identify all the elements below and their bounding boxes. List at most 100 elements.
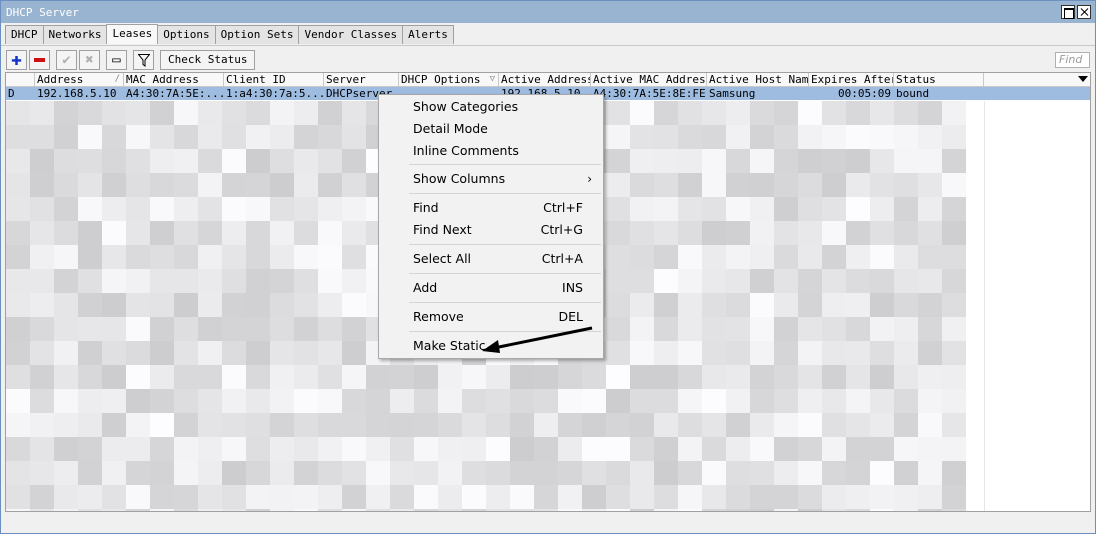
pixelated-block [54,485,78,509]
menu-item-show-categories[interactable]: Show Categories [380,96,602,118]
pixelated-block [630,389,654,413]
pixelated-block [486,365,510,389]
pixelated-block [78,413,102,437]
menu-item-show-columns[interactable]: Show Columns › [380,168,602,190]
menu-item-select-all[interactable]: Select All Ctrl+A [380,248,602,270]
comment-button[interactable]: ▭ [106,50,127,70]
pixelated-block [486,509,510,511]
pixelated-block [942,101,966,125]
note-icon: ▭ [112,52,121,68]
menu-item-detail-mode[interactable]: Detail Mode [380,118,602,140]
pixelated-block [246,173,270,197]
tab-option-sets[interactable]: Option Sets [214,25,300,44]
pixelated-block [150,149,174,173]
pixelated-block [174,413,198,437]
column-label: DHCP Options [401,73,481,86]
tab-dhcp[interactable]: DHCP [5,25,44,44]
menu-item-inline-comments[interactable]: Inline Comments [380,140,602,162]
disable-button[interactable]: ✖ [79,50,100,70]
find-input[interactable]: Find [1055,52,1090,68]
pixelated-block [414,413,438,437]
pixelated-block [894,389,918,413]
pixelated-block [798,509,822,511]
pixelated-block [654,437,678,461]
pixelated-block [702,245,726,269]
column-header-active-host-name[interactable]: Active Host Name [707,73,809,87]
pixelated-block [798,221,822,245]
menu-item-make-static[interactable]: Make Static [380,335,602,357]
tab-alerts[interactable]: Alerts [402,25,454,44]
tab-networks[interactable]: Networks [42,25,108,44]
pixelated-block [654,149,678,173]
pixelated-block [198,101,222,125]
pixelated-block [6,413,30,437]
add-button[interactable]: ✚ [6,50,27,70]
pixelated-block [54,197,78,221]
pixelated-block [6,197,30,221]
pixelated-block [342,389,366,413]
menu-item-remove[interactable]: Remove DEL [380,306,602,328]
pixelated-block [318,437,342,461]
menu-separator [409,273,601,274]
pixelated-block [30,365,54,389]
pixelated-block [318,485,342,509]
pixelated-block [462,389,486,413]
pixelated-block [174,245,198,269]
pixelated-block [198,293,222,317]
pixelated-block [942,485,966,509]
pixelated-block [822,461,846,485]
column-header-dhcp-options[interactable]: DHCP Options ▽ [399,73,499,87]
enable-button[interactable]: ✔ [56,50,77,70]
pixelated-block [150,413,174,437]
pixelated-block [198,413,222,437]
close-icon[interactable] [1077,5,1091,19]
pixelated-block [270,125,294,149]
column-header-active-mac-address[interactable]: Active MAC Address [591,73,707,87]
filter-button[interactable] [133,50,154,70]
pixelated-block [630,149,654,173]
pixelated-block [78,125,102,149]
column-divider [984,101,985,511]
column-header-active-address[interactable]: Active Address [499,73,591,87]
column-header-mac-address[interactable]: MAC Address [124,73,224,87]
menu-item-add[interactable]: Add INS [380,277,602,299]
pixelated-block [366,389,390,413]
pixelated-block [294,173,318,197]
pixelated-block [582,437,606,461]
pixelated-block [54,317,78,341]
menu-item-find[interactable]: Find Ctrl+F [380,197,602,219]
column-header-flag[interactable] [6,73,35,87]
pixelated-block [846,437,870,461]
tab-vendor-classes[interactable]: Vendor Classes [298,25,404,44]
pixelated-block [198,341,222,365]
column-header-client-id[interactable]: Client ID [224,73,324,87]
pixelated-block [942,125,966,149]
pixelated-block [774,197,798,221]
check-status-button[interactable]: Check Status [160,50,256,70]
tab-options[interactable]: Options [157,25,216,44]
menu-item-find-next[interactable]: Find Next Ctrl+G [380,219,602,241]
column-header-server[interactable]: Server [324,73,399,87]
pixelated-block [414,485,438,509]
pixelated-block [726,317,750,341]
column-header-expires-after[interactable]: Expires After [809,73,894,87]
pixelated-block [798,149,822,173]
tab-leases[interactable]: Leases [106,24,159,44]
column-header-address[interactable]: Address / [35,73,124,87]
pixelated-block [630,461,654,485]
pixelated-block [918,389,942,413]
maximize-icon[interactable] [1061,5,1075,19]
pixelated-block [366,413,390,437]
column-menu-arrow-icon[interactable] [1078,76,1088,82]
pixelated-block [702,149,726,173]
pixelated-block [318,245,342,269]
pixelated-block [78,341,102,365]
menu-item-label: Make Static [413,338,486,353]
pixelated-block [894,125,918,149]
title-bar[interactable]: DHCP Server [1,1,1095,23]
table-header: Address / MAC Address Client ID Server DH… [6,73,1090,87]
pixelated-block [222,365,246,389]
pixelated-block [774,269,798,293]
column-header-status[interactable]: Status [894,73,984,87]
remove-button[interactable] [29,50,50,70]
